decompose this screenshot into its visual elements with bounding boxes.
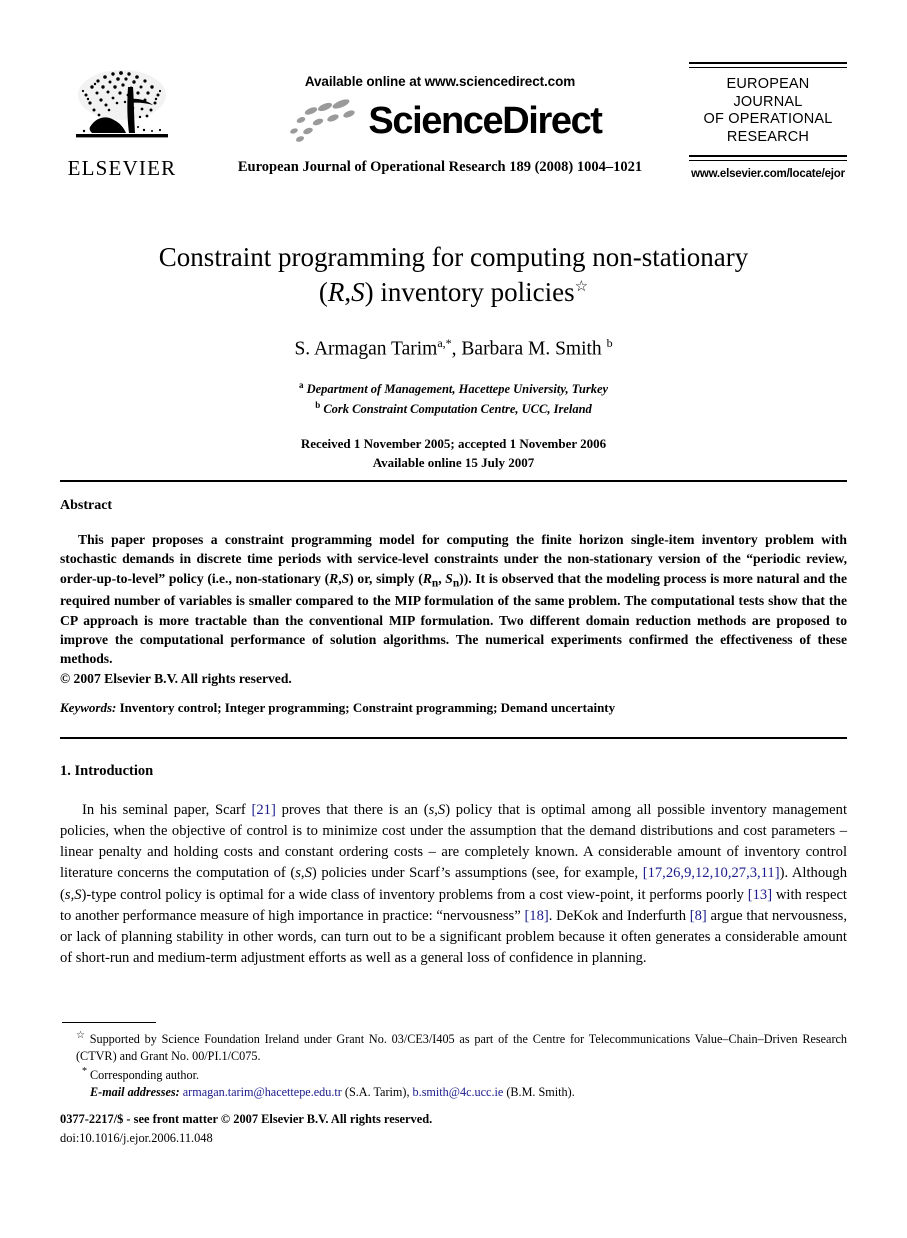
abstract-bottom-rule: [60, 737, 847, 739]
keywords-value: Inventory control; Integer programming; …: [119, 700, 616, 715]
available-online-text: Available online at www.sciencedirect.co…: [304, 74, 576, 89]
sciencedirect-swoosh-icon: [278, 98, 364, 144]
author-2-affiliation-marker[interactable]: b: [607, 336, 613, 350]
abstract-copyright: © 2007 Elsevier B.V. All rights reserved…: [60, 670, 292, 686]
email-link-smith[interactable]: b.smith@4c.ucc.ie: [413, 1085, 504, 1099]
title-footnote-marker[interactable]: ☆: [575, 279, 588, 295]
elsevier-tree-icon: [70, 65, 174, 157]
affiliations: a Department of Management, Hacettepe Un…: [60, 379, 847, 419]
journal-citation-line: European Journal of Operational Research…: [237, 159, 643, 175]
journal-box-title: EUROPEAN JOURNAL OF OPERATIONAL RESEARCH: [689, 68, 847, 149]
affiliation-a: a Department of Management, Hacettepe Un…: [298, 379, 609, 396]
citation-ref-18[interactable]: [18]: [524, 908, 548, 924]
email-link-tarim[interactable]: armagan.tarim@hacettepe.edu.tr: [183, 1085, 342, 1099]
citation-ref-13[interactable]: [13]: [748, 887, 772, 903]
introduction-paragraph: In his seminal paper, Scarf [21] proves …: [60, 802, 848, 967]
affiliation-b: b Cork Constraint Computation Centre, UC…: [315, 399, 592, 416]
citation-ref-21[interactable]: [21]: [252, 802, 276, 818]
abstract-top-rule: [60, 480, 847, 482]
journal-box-line-2: JOURNAL: [733, 93, 803, 110]
footnote-emails: E-mail addresses: armagan.tarim@hacettep…: [90, 1084, 575, 1099]
title-line-2: (R,S) inventory policies: [318, 276, 575, 307]
footnote-corresponding-author: * Corresponding author.: [82, 1065, 199, 1082]
issn-front-matter-line: 0377-2217/$ - see front matter © 2007 El…: [60, 1112, 433, 1126]
publication-dates: Received 1 November 2005; accepted 1 Nov…: [60, 435, 847, 472]
elsevier-logo: ELSEVIER: [63, 65, 181, 179]
journal-box-line-1: EUROPEAN: [726, 76, 810, 92]
abstract-section: Abstract This paper proposes a constrain…: [60, 498, 847, 688]
footnote-asterisk-marker: *: [82, 1065, 87, 1077]
sciencedirect-wordmark: ScienceDirect: [368, 100, 603, 142]
journal-url-link[interactable]: www.elsevier.com/locate/ejor: [689, 168, 847, 180]
masthead: ELSEVIER Available online at www.science…: [0, 58, 907, 208]
title-line-1: Constraint programming for computing non…: [158, 242, 749, 272]
received-accepted-line: Received 1 November 2005; accepted 1 Nov…: [300, 436, 607, 452]
abstract-paragraph: This paper proposes a constraint program…: [60, 532, 847, 667]
email-addresses-label: E-mail addresses:: [90, 1084, 180, 1099]
doi-line[interactable]: doi:10.1016/j.ejor.2006.11.048: [60, 1129, 660, 1148]
citation-ref-8[interactable]: [8]: [690, 908, 707, 924]
journal-box-rule-bottom: [689, 154, 847, 161]
abstract-heading: Abstract: [60, 498, 113, 513]
title-block: Constraint programming for computing non…: [60, 240, 847, 472]
imprint-block: 0377-2217/$ - see front matter © 2007 El…: [60, 1110, 660, 1147]
footnotes-block: ☆ Supported by Science Foundation Ireland…: [60, 1029, 847, 1100]
keywords-label: Keywords:: [60, 700, 117, 715]
keywords-line: Keywords: Inventory control; Integer pro…: [60, 700, 847, 716]
footnote-separator-rule: [62, 1022, 156, 1023]
footnote-star-marker: ☆: [76, 1030, 87, 1041]
page-title: Constraint programming for computing non…: [60, 240, 847, 309]
journal-article-first-page: ELSEVIER Available online at www.science…: [0, 0, 907, 1238]
sciencedirect-block: Available online at www.sciencedirect.co…: [190, 74, 690, 176]
section-heading-introduction: 1. Introduction: [60, 763, 154, 779]
author-2[interactable]: Barbara M. Smith: [461, 339, 601, 360]
journal-box-line-3: OF OPERATIONAL: [703, 111, 833, 128]
citation-ref-group[interactable]: [17,26,9,12,10,27,3,11]: [643, 865, 780, 881]
author-1-affiliation-marker[interactable]: a,*: [437, 336, 451, 350]
available-online-date: Available online 15 July 2007: [372, 454, 535, 470]
elsevier-wordmark: ELSEVIER: [67, 156, 177, 180]
journal-title-box: EUROPEAN JOURNAL OF OPERATIONAL RESEARCH…: [689, 62, 847, 180]
author-1[interactable]: S. Armagan Tarim: [294, 339, 437, 360]
footnote-funding: ☆ Supported by Science Foundation Ireland…: [76, 1030, 848, 1063]
journal-box-line-4: RESEARCH: [726, 129, 810, 146]
author-list: S. Armagan Tarima,*, Barbara M. Smith b: [294, 336, 613, 360]
